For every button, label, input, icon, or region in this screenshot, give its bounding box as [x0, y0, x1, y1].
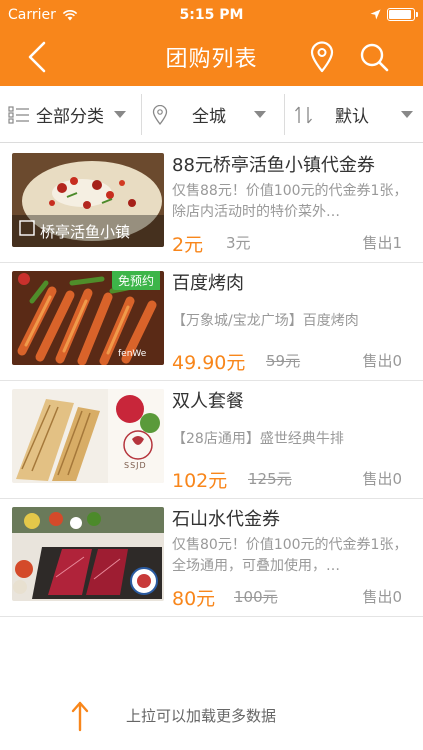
chevron-down-icon — [114, 111, 126, 118]
thumb-caption: fenWe — [118, 349, 147, 359]
location-arrow-icon — [370, 9, 381, 20]
deal-description: 仅售88元！价值100元的代金券1张，除店内活动时的特价菜外… — [172, 183, 408, 220]
deal-thumbnail: SSJD — [12, 389, 164, 483]
search-icon[interactable] — [357, 40, 391, 74]
filter-area[interactable]: 全城 — [152, 86, 280, 143]
list-icon — [8, 105, 29, 124]
deal-title: 双人套餐 — [172, 391, 244, 412]
deal-sold-count: 售出0 — [362, 588, 402, 606]
deal-description: 仅售80元！价值100元的代金券1张，全场通用，可叠加使用，… — [172, 537, 408, 574]
nav-bar: 团购列表 — [0, 30, 423, 86]
filter-divider — [284, 94, 285, 135]
map-pin-icon[interactable] — [306, 40, 338, 74]
filter-category[interactable]: 全部分类 — [8, 86, 138, 143]
sort-icon — [295, 106, 312, 123]
arrow-up-icon — [71, 701, 89, 732]
filter-bar: 全部分类 全城 默认 — [0, 86, 423, 143]
thumb-caption: SSJD — [124, 461, 147, 470]
deal-price: 2元 — [172, 234, 204, 256]
deal-list-item[interactable]: 桥亭活鱼小镇 88元桥亭活鱼小镇代金券 仅售88元！价值100元的代金券1张，除… — [0, 145, 423, 263]
battery-fill — [389, 10, 411, 19]
chevron-down-icon — [401, 111, 413, 118]
status-time: 5:15 PM — [179, 7, 244, 23]
deal-description: 【万象城/宝龙广场】百度烤肉 — [172, 313, 359, 329]
deal-title: 石山水代金券 — [172, 509, 280, 530]
deal-list-item[interactable]: 石山水代金券 仅售80元！价值100元的代金券1张，全场通用，可叠加使用，… 8… — [0, 499, 423, 617]
deal-sold-count: 售出1 — [362, 234, 402, 252]
deal-title: 百度烤肉 — [172, 273, 244, 294]
load-more-footer[interactable]: 上拉可以加载更多数据 — [0, 680, 423, 750]
load-more-text: 上拉可以加载更多数据 — [126, 707, 277, 725]
deal-thumbnail: 免预约 fenWe — [12, 271, 164, 365]
deal-original-price: 125元 — [248, 470, 292, 488]
deal-description: 【28店通用】盛世经典牛排 — [172, 431, 344, 447]
deal-title: 88元桥亭活鱼小镇代金券 — [172, 155, 375, 176]
battery-icon — [387, 8, 418, 21]
thumb-caption: 桥亭活鱼小镇 — [40, 223, 131, 241]
location-icon — [152, 104, 168, 125]
filter-divider — [141, 94, 142, 135]
chevron-down-icon — [254, 111, 266, 118]
deal-list-item[interactable]: 免预约 fenWe 百度烤肉 【万象城/宝龙广场】百度烤肉 49.90元 59元… — [0, 263, 423, 381]
deal-original-price: 100元 — [234, 588, 278, 606]
deal-list-item[interactable]: SSJD 双人套餐 【28店通用】盛世经典牛排 102元 125元 售出0 — [0, 381, 423, 499]
filter-area-label: 全城 — [192, 107, 226, 127]
deal-price: 49.90元 — [172, 352, 246, 374]
deal-price: 80元 — [172, 588, 216, 610]
filter-sort-label: 默认 — [335, 107, 369, 127]
deal-thumbnail: 桥亭活鱼小镇 — [12, 153, 164, 247]
deal-thumbnail — [12, 507, 164, 601]
deal-sold-count: 售出0 — [362, 352, 402, 370]
filter-category-label: 全部分类 — [36, 107, 104, 127]
battery-indicator — [370, 8, 418, 21]
deal-price: 102元 — [172, 470, 228, 492]
filter-sort[interactable]: 默认 — [293, 86, 419, 143]
top-bar: Carrier 5:15 PM 团购列表 — [0, 0, 423, 86]
deal-original-price: 59元 — [266, 352, 301, 370]
deal-original-price: 3元 — [226, 234, 251, 252]
status-bar: Carrier 5:15 PM — [0, 0, 423, 30]
deal-sold-count: 售出0 — [362, 470, 402, 488]
no-reservation-badge: 免预约 — [111, 271, 160, 290]
